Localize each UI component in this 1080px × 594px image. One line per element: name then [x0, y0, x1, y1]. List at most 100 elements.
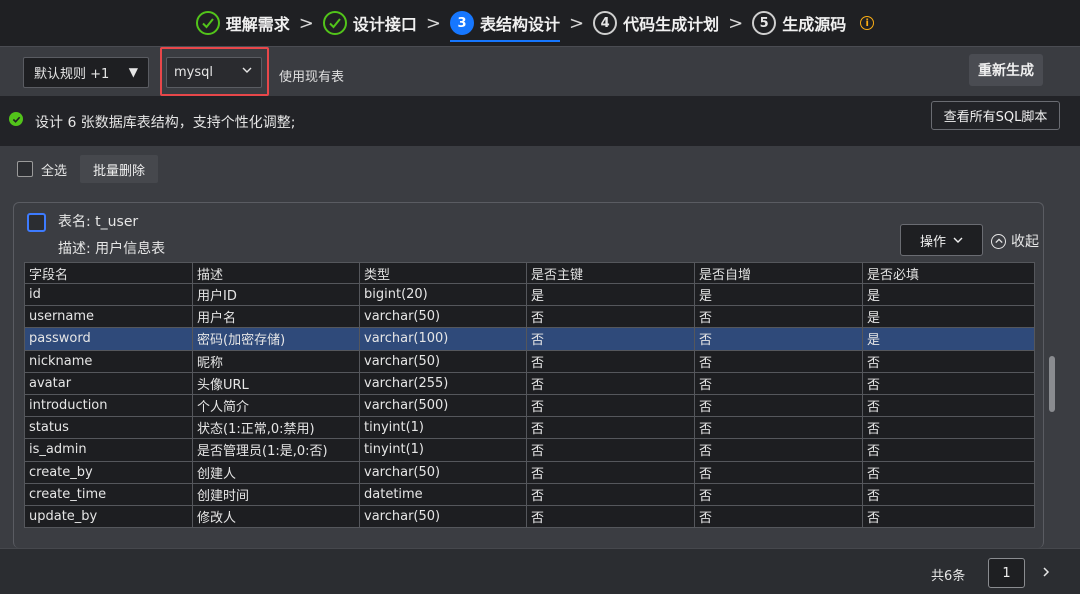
operations-label: 操作 [919, 234, 946, 250]
table-cell: 否 [862, 393, 1035, 418]
regenerate-button[interactable]: 重新生成 [969, 54, 1043, 86]
batch-delete-button[interactable]: 批量删除 [80, 155, 159, 183]
db-type-select[interactable]: mysql [166, 57, 262, 88]
step-label: 表结构设计 [479, 15, 560, 34]
table-cell: 否 [862, 371, 1035, 395]
table-cell: 否 [694, 327, 863, 351]
check-icon [322, 11, 347, 35]
bulk-actions: 全选 批量删除 [17, 155, 159, 183]
step-number: 3 [449, 11, 474, 35]
table-cell: 否 [694, 371, 863, 395]
step-number: 4 [593, 11, 618, 35]
table-cell: tinyint(1) [359, 438, 527, 462]
table-cell: 是 [694, 282, 863, 307]
table-cell: 用户名 [192, 305, 360, 329]
steps-container: 理解需求 > 设计接口 >3 表结构设计 >4 代码生成计划 >5 生成源码 i [195, 0, 875, 46]
table-cell: create_time [24, 482, 193, 506]
table-select-checkbox[interactable] [27, 213, 46, 232]
table-cell: update_by [24, 504, 193, 529]
table-cell: tinyint(1) [359, 416, 527, 440]
column-header: 是否主键 [526, 262, 695, 284]
table-cell: varchar(255) [359, 371, 527, 395]
table-cell: password [24, 327, 193, 351]
rule-select-value: 默认规则 +1 [34, 67, 110, 82]
table-cell: 否 [526, 460, 695, 484]
table-cell: 是 [862, 327, 1035, 351]
table-cell: varchar(50) [359, 504, 527, 529]
table-cell: 否 [526, 416, 695, 440]
chevron-down-icon [242, 67, 252, 73]
table-cell: varchar(100) [359, 327, 527, 351]
table-row[interactable]: nickname 昵称 varchar(50) 否否否 [24, 349, 1035, 373]
check-circle-icon [9, 112, 23, 126]
step-label: 设计接口 [352, 15, 417, 34]
step-1[interactable]: 理解需求 [195, 0, 290, 46]
select-all-checkbox[interactable] [17, 161, 33, 177]
column-header: 类型 [359, 262, 527, 284]
chevron-down-icon [953, 237, 963, 243]
table-row[interactable]: is_admin 是否管理员(1:是,0:否) tinyint(1) 否否否 [24, 438, 1035, 462]
table-cell: 否 [526, 349, 695, 373]
table-row[interactable]: status 状态(1:正常,0:禁用) tinyint(1) 否否否 [24, 416, 1035, 440]
table-cell: 是 [862, 282, 1035, 307]
table-cell: status [24, 416, 193, 440]
table-cell: 昵称 [192, 349, 360, 373]
table-header-row: 字段名 描述 类型 是否主键 是否自增 是否必填 [24, 262, 1035, 284]
table-cell: username [24, 305, 193, 329]
column-header: 字段名 [24, 262, 193, 284]
step-5[interactable]: 5 生成源码 [752, 0, 846, 46]
chevron-right-icon: > [425, 12, 441, 34]
table-cell: 否 [526, 393, 695, 418]
check-icon [195, 11, 220, 35]
table-cell: 否 [526, 438, 695, 462]
step-2[interactable]: 设计接口 [322, 0, 417, 46]
rule-select[interactable]: 默认规则 +1 ▼ [23, 57, 149, 88]
collapse-label: 收起 [1011, 234, 1039, 250]
current-page-button[interactable]: 1 [988, 558, 1025, 588]
fields-table: 字段名 描述 类型 是否主键 是否自增 是否必填 id 用户ID bigint(20) 是是是 u… [24, 262, 1035, 529]
table-row[interactable]: update_by 修改人 varchar(50) 否否否 [24, 504, 1035, 529]
vertical-scrollbar[interactable] [1049, 356, 1055, 412]
stepper: 理解需求 > 设计接口 >3 表结构设计 >4 代码生成计划 >5 生成源码 i [0, 0, 1080, 46]
table-cell: 用户ID [192, 282, 360, 307]
toolbar: 默认规则 +1 ▼ mysql 使用现有表 重新生成 [0, 46, 1080, 96]
table-row[interactable]: introduction 个人简介 varchar(500) 否否否 [24, 393, 1035, 418]
use-existing-table-link[interactable]: 使用现有表 [279, 66, 344, 85]
table-cell: varchar(500) [359, 393, 527, 418]
table-name: 表名: t_user [58, 214, 139, 230]
table-cell: 密码(加密存储) [192, 327, 360, 351]
table-cell: avatar [24, 371, 193, 395]
step-label: 生成源码 [782, 15, 847, 34]
table-cell: varchar(50) [359, 460, 527, 484]
step-3[interactable]: 3 表结构设计 [449, 0, 561, 46]
table-row[interactable]: avatar 头像URL varchar(255) 否否否 [24, 371, 1035, 395]
table-row[interactable]: create_by 创建人 varchar(50) 否否否 [24, 460, 1035, 484]
table-cell: 否 [694, 349, 863, 373]
chevron-right-icon: > [569, 12, 585, 34]
table-cell: is_admin [24, 438, 193, 462]
view-all-sql-button[interactable]: 查看所有SQL脚本 [931, 101, 1060, 130]
column-header: 是否自增 [694, 262, 863, 284]
chevron-right-icon: > [298, 12, 314, 34]
table-cell: 否 [862, 416, 1035, 440]
db-type-value: mysql [174, 65, 213, 80]
table-cell: bigint(20) [359, 282, 527, 307]
table-row[interactable]: password 密码(加密存储) varchar(100) 否否是 [24, 327, 1035, 351]
table-cell: 否 [694, 460, 863, 484]
table-cell: 否 [694, 482, 863, 506]
collapse-toggle[interactable]: 收起 [991, 231, 1039, 251]
table-cell: datetime [359, 482, 527, 506]
table-row[interactable]: create_time 创建时间 datetime 否否否 [24, 482, 1035, 506]
table-cell: 是否管理员(1:是,0:否) [192, 438, 360, 462]
step-number: 5 [752, 11, 777, 35]
caret-down-icon: ▼ [128, 65, 138, 79]
chevron-right-icon[interactable] [1040, 565, 1052, 579]
table-row[interactable]: username 用户名 varchar(50) 否否是 [24, 305, 1035, 329]
info-circle-icon[interactable]: i [860, 16, 875, 30]
step-4[interactable]: 4 代码生成计划 [593, 0, 719, 46]
table-row[interactable]: id 用户ID bigint(20) 是是是 [24, 282, 1035, 307]
table-cell: 否 [862, 504, 1035, 529]
operations-dropdown-button[interactable]: 操作 [900, 224, 983, 256]
table-cell: 否 [526, 327, 695, 351]
info-message: 设计 6 张数据库表结构，支持个性化调整; [35, 115, 296, 131]
